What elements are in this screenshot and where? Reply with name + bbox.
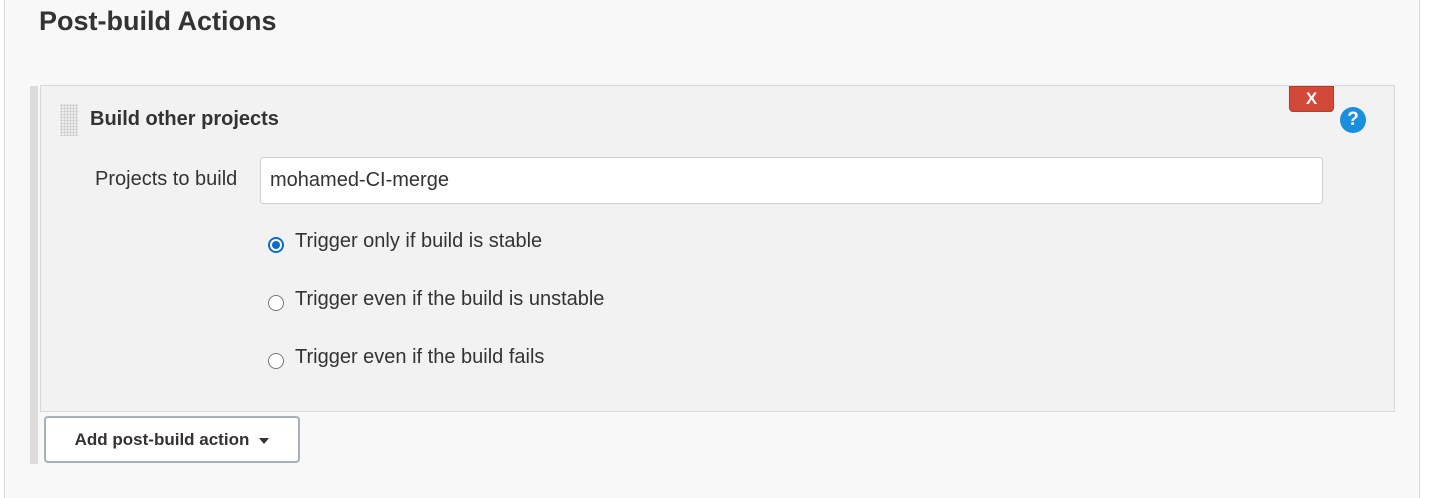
projects-to-build-input[interactable] (260, 157, 1323, 204)
add-post-build-action-button[interactable]: Add post-build action (44, 416, 300, 463)
radio-label: Trigger only if build is stable (295, 230, 543, 252)
action-title: Build other projects (90, 108, 279, 130)
radio-label: Trigger even if the build is unstable (295, 288, 605, 310)
radio-trigger-fails[interactable]: Trigger even if the build fails (268, 346, 544, 369)
section-title: Post-build Actions (39, 6, 277, 36)
section-indent-bar (30, 86, 38, 464)
delete-action-button[interactable]: X (1289, 86, 1334, 112)
radio-button[interactable] (268, 294, 284, 311)
radio-label: Trigger even if the build fails (295, 346, 545, 368)
radio-button-selected[interactable] (268, 236, 284, 253)
radio-trigger-stable[interactable]: Trigger only if build is stable (268, 230, 542, 253)
radio-trigger-unstable[interactable]: Trigger even if the build is unstable (268, 288, 604, 311)
projects-to-build-label: Projects to build (95, 168, 238, 190)
add-button-label: Add post-build action (74, 429, 250, 449)
build-other-projects-block (40, 85, 1395, 412)
drag-handle-icon[interactable] (60, 104, 78, 136)
caret-down-icon (259, 437, 270, 444)
help-icon[interactable]: ? (1340, 107, 1366, 133)
radio-button[interactable] (268, 352, 284, 369)
